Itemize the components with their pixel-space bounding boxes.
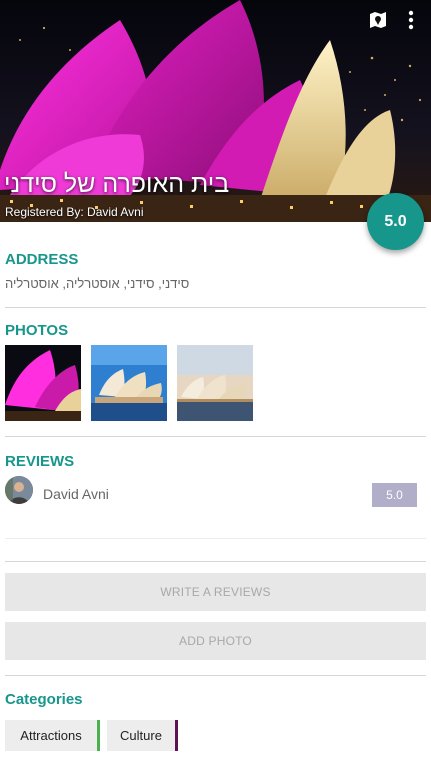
address-heading: ADDRESS [5,251,79,268]
review-score-badge: 5.0 [372,483,417,507]
reviews-heading: REVIEWS [5,453,75,470]
category-chip-attractions[interactable]: Attractions [5,720,100,751]
divider [5,436,426,437]
divider [5,538,426,539]
registered-by: Registered By: David Avni [5,205,144,219]
more-vert-icon[interactable] [407,10,431,36]
address-text: סידני, סידני, אוסטרליה, אוסטרליה [5,276,190,291]
photo-thumbnail[interactable] [177,345,253,421]
photos-heading: PHOTOS [5,322,69,339]
divider [5,307,426,308]
place-title: בית האופרה של סידני [4,170,230,198]
rating-badge[interactable]: 5.0 [367,193,424,250]
reviewer-name: David Avni [43,486,109,502]
write-review-button[interactable]: WRITE A REVIEWS [5,573,426,611]
divider [5,561,426,562]
hero-image: בית האופרה של סידני Registered By: David… [0,0,431,222]
divider [5,675,426,676]
photo-thumbnail[interactable] [5,345,81,421]
photo-thumbnail[interactable] [91,345,167,421]
reviewer-avatar [5,476,33,504]
categories-heading: Categories [5,691,83,708]
map-marker-icon[interactable] [368,10,394,36]
add-photo-button[interactable]: ADD PHOTO [5,622,426,660]
category-chip-culture[interactable]: Culture [107,720,178,751]
